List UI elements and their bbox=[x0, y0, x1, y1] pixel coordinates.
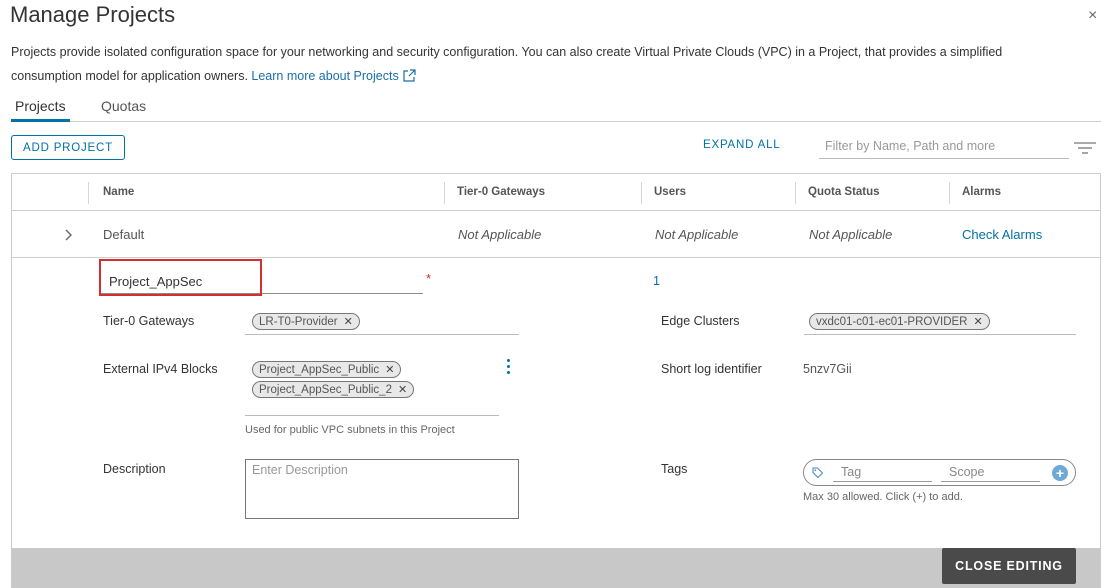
tag-input[interactable] bbox=[833, 463, 932, 482]
row-name: Default bbox=[103, 227, 145, 242]
scope-input[interactable] bbox=[941, 463, 1040, 482]
required-marker: * bbox=[426, 271, 432, 286]
edit-footer: CLOSE EDITING bbox=[12, 548, 1100, 588]
users-count-link[interactable]: 1 bbox=[653, 274, 660, 288]
tier0-field-line bbox=[245, 334, 519, 335]
chevron-right-icon[interactable] bbox=[64, 228, 74, 242]
tier0-label: Tier-0 Gateways bbox=[103, 314, 195, 328]
row-quota: Not Applicable bbox=[809, 227, 893, 242]
ipv4-chip: Project_AppSec_Public_2 ✕ bbox=[252, 381, 415, 398]
chip-label: Project_AppSec_Public_2 bbox=[259, 383, 392, 396]
tags-hint: Max 30 allowed. Click (+) to add. bbox=[803, 491, 963, 503]
col-sep bbox=[444, 182, 445, 204]
description-label: Description bbox=[103, 462, 166, 476]
learn-more-link[interactable]: Learn more about Projects bbox=[251, 69, 416, 83]
description-text: Projects provide isolated configuration … bbox=[11, 45, 1003, 83]
page-title: Manage Projects bbox=[10, 2, 176, 27]
ipv4-chip: Project_AppSec_Public ✕ bbox=[252, 361, 402, 378]
learn-more-label: Learn more about Projects bbox=[251, 69, 399, 83]
column-header-tier0[interactable]: Tier-0 Gateways bbox=[457, 186, 545, 198]
table-row[interactable]: Default Not Applicable Not Applicable No… bbox=[12, 212, 1100, 258]
ipv4-blocks-label: External IPv4 Blocks bbox=[103, 362, 218, 376]
col-sep bbox=[949, 182, 950, 204]
row-users: Not Applicable bbox=[655, 227, 739, 242]
edge-field-line bbox=[804, 334, 1076, 335]
tier0-chip: LR-T0-Provider ✕ bbox=[252, 313, 360, 330]
column-header-alarms[interactable]: Alarms bbox=[962, 186, 1001, 198]
chip-remove-icon[interactable]: ✕ bbox=[385, 363, 394, 376]
row-tier0: Not Applicable bbox=[458, 227, 542, 242]
edge-cluster-chip: vxdc01-c01-ec01-PROVIDER ✕ bbox=[809, 313, 990, 330]
close-editing-button[interactable]: CLOSE EDITING bbox=[942, 548, 1076, 584]
chip-label: Project_AppSec_Public bbox=[259, 363, 380, 376]
filter-icon[interactable] bbox=[1074, 141, 1096, 155]
col-sep bbox=[795, 182, 796, 204]
tags-input-group: + bbox=[803, 459, 1076, 486]
col-sep bbox=[641, 182, 642, 204]
external-link-icon bbox=[403, 69, 416, 82]
expand-all-button[interactable]: EXPAND ALL bbox=[703, 139, 780, 151]
chip-label: LR-T0-Provider bbox=[259, 315, 338, 328]
log-identifier-value: 5nzv7Gii bbox=[803, 362, 852, 376]
dialog-description: Projects provide isolated configuration … bbox=[11, 40, 1071, 88]
grid-header: Name Tier-0 Gateways Users Quota Status … bbox=[12, 174, 1100, 211]
filter-input[interactable] bbox=[819, 134, 1069, 159]
projects-grid: Name Tier-0 Gateways Users Quota Status … bbox=[11, 173, 1101, 588]
tab-bar: Projects Quotas bbox=[11, 96, 1101, 122]
ipv4-hint: Used for public VPC subnets in this Proj… bbox=[245, 424, 455, 436]
column-header-name[interactable]: Name bbox=[103, 186, 134, 198]
tags-label: Tags bbox=[661, 462, 688, 476]
chip-label: vxdc01-c01-ec01-PROVIDER bbox=[816, 315, 968, 328]
edge-clusters-label: Edge Clusters bbox=[661, 314, 740, 328]
column-header-users[interactable]: Users bbox=[654, 186, 686, 198]
add-tag-icon[interactable]: + bbox=[1052, 465, 1068, 481]
chip-remove-icon[interactable]: ✕ bbox=[398, 383, 407, 396]
highlight-box bbox=[99, 259, 262, 296]
edit-panel: * 1 Tier-0 Gateways LR-T0-Provider ✕ Edge… bbox=[12, 259, 1100, 548]
chip-remove-icon[interactable]: ✕ bbox=[344, 315, 353, 328]
chip-remove-icon[interactable]: ✕ bbox=[973, 315, 982, 328]
tag-icon bbox=[812, 467, 823, 478]
column-header-quota[interactable]: Quota Status bbox=[808, 186, 880, 198]
check-alarms-link[interactable]: Check Alarms bbox=[962, 227, 1042, 242]
description-textarea[interactable] bbox=[245, 459, 519, 519]
ipv4-field-line bbox=[245, 415, 499, 416]
add-project-button[interactable]: ADD PROJECT bbox=[11, 135, 125, 160]
close-icon[interactable]: × bbox=[1088, 8, 1097, 24]
tab-projects[interactable]: Projects bbox=[11, 98, 70, 122]
log-identifier-label: Short log identifier bbox=[661, 362, 762, 376]
ipv4-more-icon[interactable] bbox=[505, 359, 511, 379]
tab-quotas[interactable]: Quotas bbox=[101, 98, 146, 114]
col-sep bbox=[88, 182, 89, 204]
